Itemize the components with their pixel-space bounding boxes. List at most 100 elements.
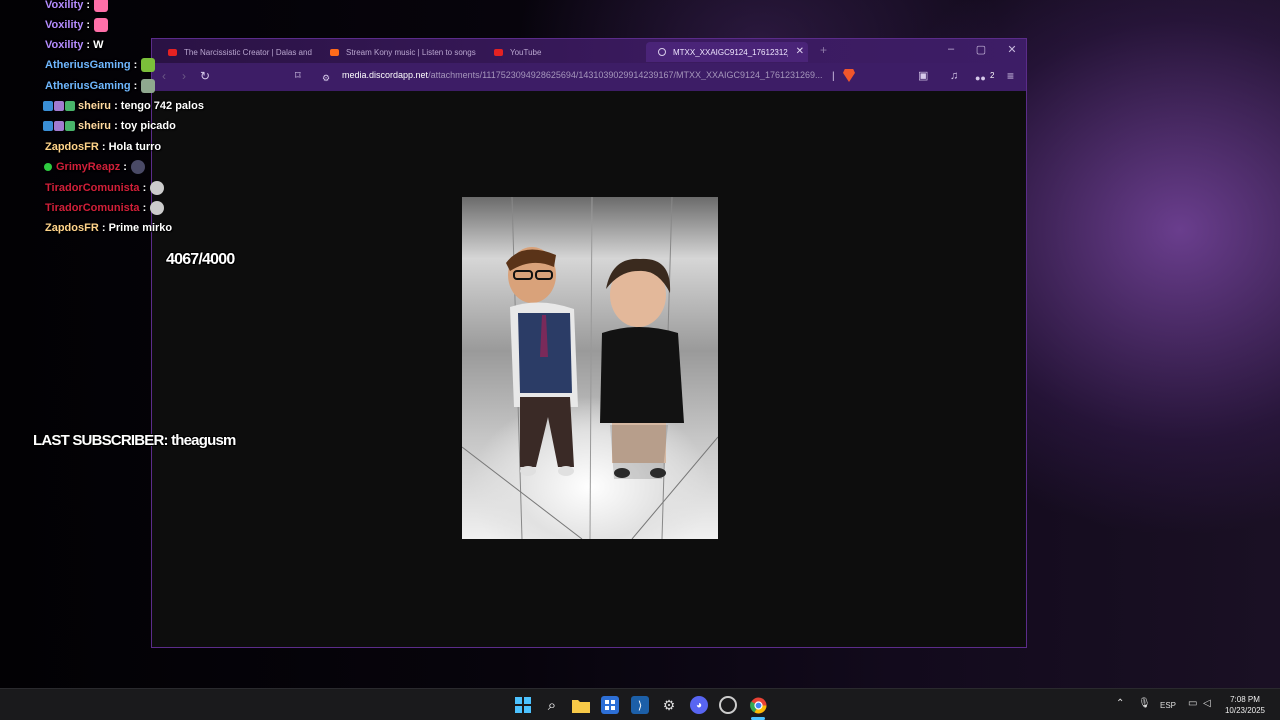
- chat-username: Voxility: [45, 39, 84, 51]
- address-bar[interactable]: media.discordapp.net/attachments/1117523…: [342, 70, 824, 80]
- desktop-wallpaper: The Narcissistic Creator | Dalas and t S…: [0, 0, 1280, 688]
- chat-message: Voxility :: [45, 17, 109, 33]
- emote-icon: [150, 201, 165, 215]
- close-tab-icon[interactable]: ✕: [796, 46, 804, 57]
- url-host: media.discordapp.net: [342, 70, 429, 80]
- chat-message: sheiru : toy picado: [43, 118, 176, 134]
- chat-message: AtheriusGaming :: [45, 57, 156, 73]
- chat-username: ZapdosFR: [45, 222, 99, 234]
- badge-icon: [65, 101, 75, 111]
- close-window-button[interactable]: ✕: [1004, 43, 1020, 56]
- emote-icon: [94, 0, 109, 12]
- chat-username: ZapdosFR: [45, 141, 99, 153]
- chrome-icon[interactable]: [749, 696, 767, 714]
- youtube-icon: [494, 48, 503, 56]
- clock[interactable]: 7:08 PM 10/23/2025: [1222, 694, 1268, 716]
- chat-message: AtheriusGaming :: [45, 78, 156, 94]
- page-content: [152, 91, 1026, 647]
- extension-count: 2: [990, 71, 995, 80]
- chat-username: Voxility: [45, 19, 84, 31]
- toolbar: ‹ › ↻ ⌑ ⚙ media.discordapp.net/attachmen…: [152, 63, 1026, 91]
- tab-title: YouTube: [510, 47, 542, 57]
- youtube-icon: [168, 48, 177, 56]
- browser-window: The Narcissistic Creator | Dalas and t S…: [151, 38, 1027, 648]
- reader-mode-icon[interactable]: ▣: [918, 69, 928, 83]
- date: 10/23/2025: [1224, 706, 1266, 715]
- chat-text: :: [123, 161, 127, 173]
- displayed-image[interactable]: [462, 197, 718, 539]
- chat-badges: [43, 121, 75, 131]
- search-icon[interactable]: ⌕: [543, 696, 561, 714]
- chat-message: sheiru : tengo 742 palos: [43, 98, 204, 114]
- url-path: /attachments/1117523094928625694/1431039…: [428, 70, 823, 80]
- bookmark-icon[interactable]: ⌑: [295, 69, 301, 83]
- store-icon[interactable]: [601, 696, 619, 714]
- chat-username: AtheriusGaming: [45, 80, 131, 92]
- emote-icon: [94, 18, 109, 32]
- forward-button[interactable]: ›: [182, 69, 186, 83]
- steam-icon[interactable]: ⚙: [660, 696, 678, 714]
- chevron-up-icon[interactable]: ⌃: [1116, 698, 1124, 709]
- badge-icon: [43, 101, 53, 111]
- maximize-button[interactable]: ▢: [973, 43, 989, 56]
- file-explorer-icon[interactable]: [572, 696, 590, 714]
- chat-username: GrimyReapz: [56, 161, 121, 173]
- chat-message: ZapdosFR : Hola turro: [45, 139, 161, 155]
- subscriber-goal: 4067/4000: [166, 251, 235, 268]
- microphone-icon[interactable]: 🎙: [1138, 698, 1151, 709]
- tab-youtube[interactable]: YouTube: [482, 42, 640, 62]
- chat-message: GrimyReapz :: [44, 159, 145, 175]
- tab-soundcloud[interactable]: Stream Kony music | Listen to songs: [318, 42, 476, 62]
- language-indicator[interactable]: ESP: [1160, 701, 1176, 710]
- tab-image-active[interactable]: MTXX_XXAIGC9124_17612312̦ ✕: [646, 42, 808, 62]
- chat-text: : toy picado: [114, 120, 176, 132]
- windows-start-icon[interactable]: [514, 696, 532, 714]
- chat-username: Voxility: [45, 0, 84, 11]
- chat-badges: [43, 101, 75, 111]
- chat-message: Voxility :: [45, 0, 109, 13]
- menu-icon[interactable]: ≡: [1007, 69, 1014, 83]
- discord-icon[interactable]: ◕: [690, 696, 708, 714]
- chat-message: TiradorComunista :: [45, 200, 165, 216]
- tab-title: The Narcissistic Creator | Dalas and t: [184, 47, 314, 57]
- emote-icon: [150, 181, 165, 195]
- chat-text: :: [86, 0, 91, 11]
- reload-button[interactable]: ↻: [200, 69, 210, 83]
- extensions-icon[interactable]: ●●: [975, 71, 986, 85]
- tab-narcissistic-creator[interactable]: The Narcissistic Creator | Dalas and t: [156, 42, 314, 62]
- status-badge: [44, 163, 52, 171]
- chat-text: :: [133, 80, 138, 92]
- tab-bar: The Narcissistic Creator | Dalas and t S…: [152, 39, 1026, 63]
- chat-text: :: [133, 59, 138, 71]
- badge-icon: [54, 101, 64, 111]
- divider-icon: |: [832, 71, 835, 82]
- elevator-photo-illustration: [462, 197, 718, 539]
- time: 7:08 PM: [1230, 695, 1260, 704]
- new-tab-button[interactable]: +: [820, 43, 827, 57]
- chat-message: Voxility : W: [45, 37, 103, 53]
- soundcloud-icon: [330, 48, 339, 56]
- badge-icon: [54, 121, 64, 131]
- chat-text: : W: [86, 39, 104, 51]
- globe-icon: [658, 48, 666, 56]
- vscode-icon[interactable]: ⟩: [631, 696, 649, 714]
- minimize-button[interactable]: –: [943, 43, 959, 55]
- media-controls-icon[interactable]: ♫: [950, 69, 958, 83]
- site-info-icon[interactable]: ⚙: [322, 71, 330, 85]
- brave-shields-icon[interactable]: [843, 69, 855, 82]
- tab-title: MTXX_XXAIGC9124_17612312̦: [673, 47, 788, 57]
- chat-text: :: [142, 182, 147, 194]
- chat-text: : Hola turro: [101, 141, 162, 153]
- chat-text: : tengo 742 palos: [114, 100, 204, 112]
- chat-text: :: [86, 19, 91, 31]
- chat-username: sheiru: [78, 120, 112, 132]
- chat-text: : Prime mirko: [101, 222, 173, 234]
- network-icon[interactable]: ▭: [1188, 698, 1197, 709]
- obs-icon[interactable]: [719, 696, 737, 714]
- taskbar: ⌕ ⟩ ⚙ ◕ ⌃ 🎙 ESP ▭ ◁ 7:08 PM 10/23/2025: [0, 688, 1280, 720]
- emote-icon: [141, 79, 156, 93]
- emote-icon: [141, 58, 156, 72]
- volume-icon[interactable]: ◁: [1203, 698, 1211, 709]
- back-button[interactable]: ‹: [162, 69, 166, 83]
- tab-title: Stream Kony music | Listen to songs: [346, 47, 476, 57]
